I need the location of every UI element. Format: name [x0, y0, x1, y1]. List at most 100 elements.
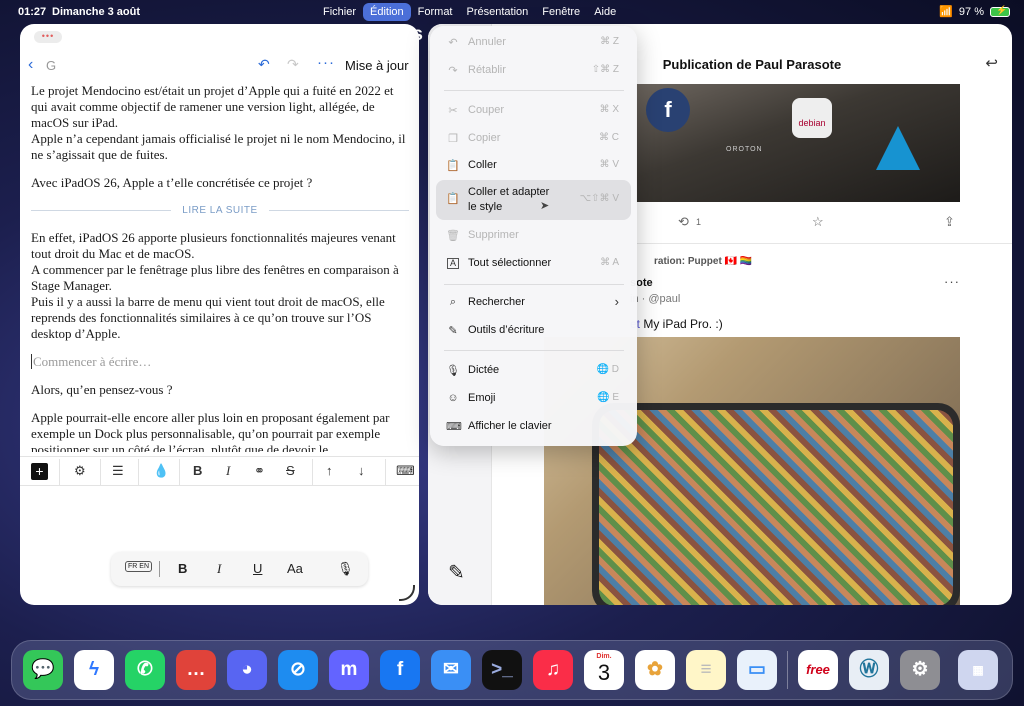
speech-app-icon[interactable]: …: [176, 650, 216, 690]
menu-item-paste-match-style[interactable]: 📋 Coller et adapter le style ⌥⇧⌘ V ➤: [436, 180, 631, 220]
more-icon[interactable]: ···: [317, 54, 335, 71]
undo-icon[interactable]: ↶: [258, 56, 270, 73]
menu-item-writing-tools[interactable]: ✎ Outils d’écriture: [436, 319, 631, 343]
bold-icon[interactable]: B: [193, 463, 202, 478]
strikethrough-icon[interactable]: S: [286, 463, 295, 478]
ipad-photo: [592, 403, 960, 605]
paragraph[interactable]: En effet, iPadOS 26 apporte plusieurs fo…: [31, 230, 409, 342]
move-down-icon[interactable]: ↓: [358, 463, 365, 478]
read-more-separator[interactable]: LIRE LA SUITE: [31, 203, 409, 219]
fedora-sticker: f: [646, 88, 690, 132]
back-chevron-icon[interactable]: ‹: [28, 56, 33, 74]
boost-icon[interactable]: ⟲: [678, 214, 689, 230]
microphone-icon[interactable]: 🎙: [337, 561, 354, 577]
link-icon[interactable]: ⚭: [254, 463, 265, 479]
post-body: My iPad Pro. :): [640, 317, 723, 331]
menu-item-search[interactable]: ⌕ Rechercher ›: [436, 291, 631, 315]
menu-format[interactable]: Format: [411, 3, 460, 21]
paragraph[interactable]: Le projet Mendocino est/était un projet …: [31, 83, 409, 163]
music-icon[interactable]: ♫: [533, 650, 573, 690]
terminal-icon[interactable]: >_: [482, 650, 522, 690]
add-block-icon[interactable]: +: [31, 463, 48, 480]
menu-item-redo[interactable]: ↷ Rétablir ⇧⌘ Z: [436, 59, 631, 83]
notes-icon[interactable]: ≡: [686, 650, 726, 690]
kb-bold-button[interactable]: B: [178, 561, 187, 576]
menu-shortcut: ⌥⇧⌘ V: [579, 193, 619, 204]
language-switch-icon[interactable]: FR EN: [125, 561, 152, 572]
paragraph[interactable]: Avec iPadOS 26, Apple a t’elle concrétis…: [31, 175, 409, 191]
messages-icon[interactable]: 💬: [23, 650, 63, 690]
mastodon-icon[interactable]: m: [329, 650, 369, 690]
files-icon[interactable]: ▭: [737, 650, 777, 690]
discord-icon[interactable]: ◕: [227, 650, 267, 690]
paragraph[interactable]: Apple pourrait-elle encore aller plus lo…: [31, 410, 409, 452]
back-label[interactable]: G: [46, 58, 56, 73]
mail-icon[interactable]: ✉: [431, 650, 471, 690]
menu-shortcut: ⌘ X: [599, 104, 619, 115]
divider: [59, 459, 60, 485]
menu-bar: 01:27 Dimanche 3 août WordPress Fichier …: [0, 0, 1024, 45]
edit-menu: ↶ Annuler ⌘ Z ↷ Rétablir ⇧⌘ Z ✂ Couper ⌘…: [430, 26, 637, 446]
menu-item-select-all[interactable]: A Tout sélectionner ⌘ A: [436, 252, 631, 276]
wifi-icon: 📶: [939, 6, 953, 18]
hide-keyboard-icon[interactable]: ⌨: [396, 463, 415, 479]
clock: 01:27: [18, 6, 47, 18]
compose-icon[interactable]: ✎: [448, 560, 465, 585]
update-button[interactable]: Mise à jour: [345, 58, 409, 73]
menu-item-copy[interactable]: ❐ Copier ⌘ C: [436, 127, 631, 151]
more-icon[interactable]: ···: [944, 274, 960, 289]
kb-font-button[interactable]: Aa: [287, 561, 303, 576]
menu-label: Emoji: [468, 392, 496, 404]
settings-gear-icon[interactable]: ⚙: [74, 463, 86, 479]
divider: [385, 459, 386, 485]
move-up-icon[interactable]: ↑: [326, 463, 333, 478]
color-drop-icon[interactable]: 💧: [153, 463, 169, 479]
resize-handle[interactable]: [399, 585, 415, 601]
author-handle[interactable]: in · @paul: [630, 293, 680, 305]
kb-underline-button[interactable]: U: [253, 561, 262, 576]
paragraph[interactable]: Alors, qu’en pensez-vous ?: [31, 382, 409, 398]
wordpress-icon[interactable]: Ⓦ: [849, 650, 889, 690]
messenger-icon[interactable]: ϟ: [74, 650, 114, 690]
status-area: 📶 97 %: [939, 5, 1010, 18]
window-controls[interactable]: •••: [34, 31, 62, 43]
kb-italic-button[interactable]: I: [217, 561, 221, 577]
menu-label: Copier: [468, 132, 501, 144]
menu-edition[interactable]: Édition: [363, 3, 411, 21]
menu-item-paste[interactable]: 📋 Coller ⌘ V: [436, 154, 631, 178]
arch-sticker: [876, 126, 920, 170]
pointer-cursor-icon: ➤: [540, 200, 550, 212]
menu-item-show-keyboard[interactable]: ⌨ Afficher le clavier: [436, 415, 631, 439]
menu-item-cut[interactable]: ✂ Couper ⌘ X: [436, 99, 631, 123]
redo-icon[interactable]: ↷: [287, 56, 299, 73]
calendar-icon[interactable]: Dim. 3: [584, 650, 624, 690]
editor-content[interactable]: Le projet Mendocino est/était un projet …: [31, 83, 409, 452]
menu-shortcut: 🌐 E: [597, 392, 619, 403]
paste-icon: 📋: [446, 160, 460, 172]
share-icon[interactable]: ⇪: [944, 214, 955, 230]
italic-icon[interactable]: I: [226, 463, 230, 479]
menu-item-dictation[interactable]: 🎙 Dictée 🌐 D: [436, 359, 631, 383]
align-icon[interactable]: ☰: [112, 463, 124, 479]
facebook-icon[interactable]: f: [380, 650, 420, 690]
favorite-star-icon[interactable]: ☆: [812, 214, 824, 230]
whatsapp-icon[interactable]: ✆: [125, 650, 165, 690]
menu-label: Coller: [468, 159, 497, 171]
menu-label: Outils d’écriture: [468, 324, 545, 336]
empty-paragraph-placeholder[interactable]: Commencer à écrire…: [31, 354, 409, 370]
free-icon[interactable]: free: [798, 650, 838, 690]
safari-icon[interactable]: ⊘: [278, 650, 318, 690]
mic-icon: 🎙: [446, 365, 460, 377]
menu-fenetre[interactable]: Fenêtre: [535, 3, 587, 21]
settings-gear-icon[interactable]: ⚙: [900, 650, 940, 690]
menu-item-undo[interactable]: ↶ Annuler ⌘ Z: [436, 31, 631, 55]
reply-icon[interactable]: ↩: [985, 54, 998, 72]
menu-aide[interactable]: Aide: [587, 3, 623, 21]
menu-item-delete[interactable]: 🗑 Supprimer: [436, 224, 631, 248]
post-image[interactable]: f debian OROTON: [636, 84, 960, 202]
menu-presentation[interactable]: Présentation: [460, 3, 536, 21]
menu-label: Rétablir: [468, 64, 506, 76]
photos-icon[interactable]: ✿: [635, 650, 675, 690]
menu-item-emoji[interactable]: ☺ Emoji 🌐 E: [436, 387, 631, 411]
app-library-icon[interactable]: ▦: [958, 650, 998, 690]
